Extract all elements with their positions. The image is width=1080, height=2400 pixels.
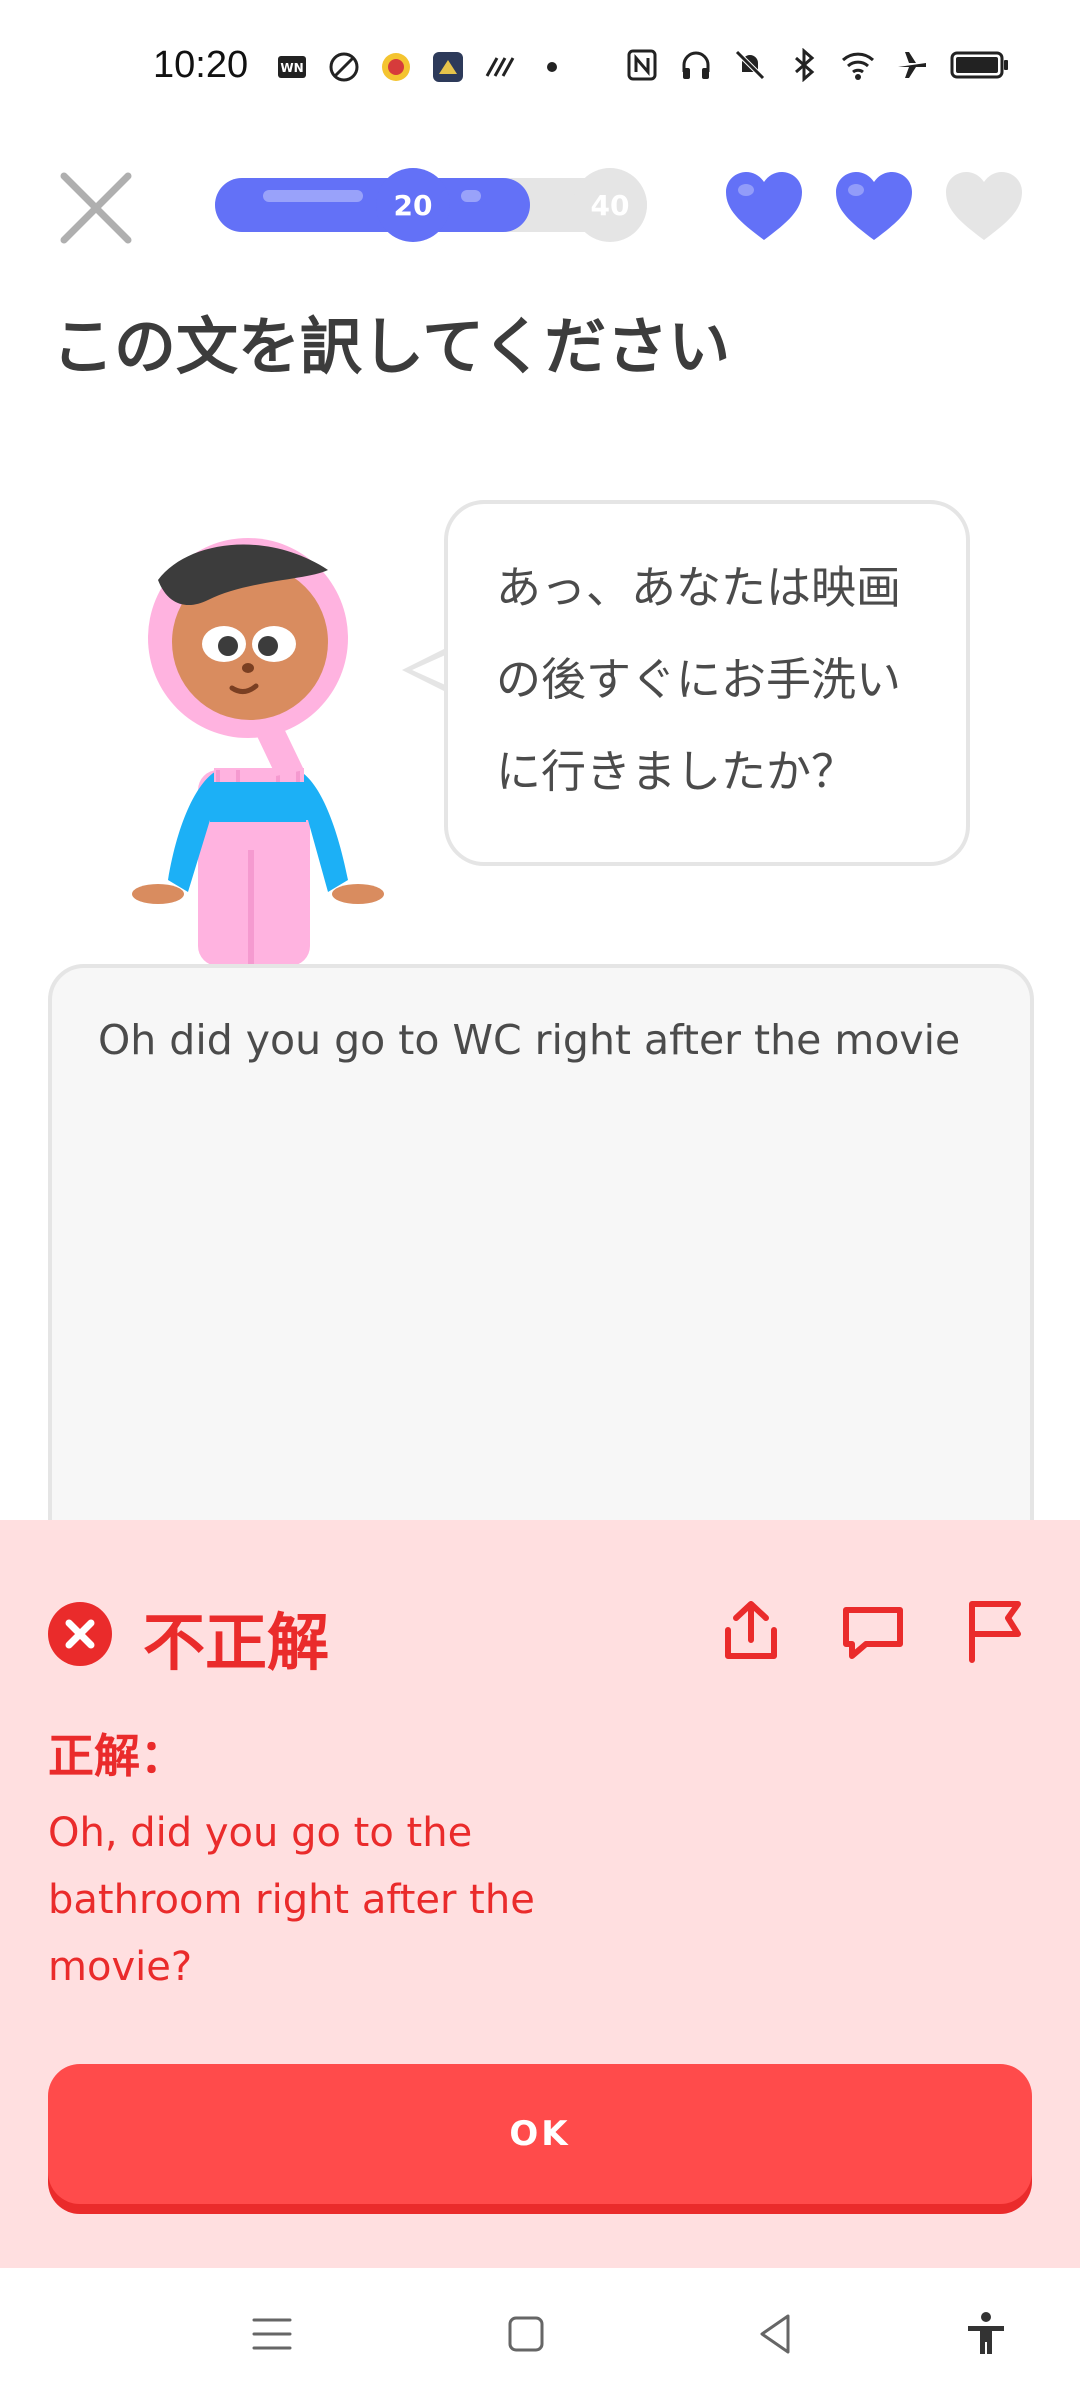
prompt-sentence-line[interactable]: あっ、あなたは映画	[496, 542, 926, 634]
progress-fill	[215, 178, 531, 232]
correct-answer-line: bathroom right after the	[48, 1877, 535, 1923]
nfc-icon	[627, 49, 657, 81]
answer-text: Oh did you go to WC right after the movi…	[98, 1016, 961, 1064]
wifi-icon	[841, 52, 875, 80]
milestone-40: 40	[573, 168, 647, 242]
app-notification-icon	[485, 57, 515, 77]
menu-icon[interactable]	[246, 2308, 298, 2360]
headphones-icon	[682, 51, 710, 79]
bubble-tail	[402, 646, 450, 694]
svg-text:WN: WN	[280, 61, 303, 75]
heart-icon	[836, 172, 912, 240]
back-triangle-icon[interactable]	[750, 2308, 802, 2360]
bluetooth-icon	[795, 48, 815, 82]
app-notification-icon: WN	[278, 56, 306, 78]
correct-answer-label: 正解：	[48, 1729, 186, 1783]
progress-shine	[461, 190, 481, 202]
speech-bubble[interactable]: あっ、あなたは映画 の後すぐにお手洗い に行きましたか？	[444, 500, 970, 866]
system-icons	[625, 48, 1011, 82]
heart-empty-icon	[946, 172, 1022, 240]
home-square-icon[interactable]	[500, 2308, 552, 2360]
feedback-title: 不正解	[143, 1606, 330, 1679]
accessibility-icon[interactable]	[960, 2308, 1012, 2360]
feedback-panel: 不正解 正解： Oh, did you go to the bathroom r…	[0, 1520, 1080, 2268]
feedback-actions	[716, 1596, 1030, 1666]
screen: 10:20 WN 20 40 この文を訳してください あっ、あなたは映画 の後す…	[0, 0, 1080, 2400]
hearts	[722, 168, 1026, 244]
ok-button[interactable]: OK	[48, 2064, 1032, 2204]
system-nav-bar	[0, 2268, 1080, 2400]
report-flag-icon[interactable]	[960, 1596, 1030, 1666]
prompt-sentence-line[interactable]: に行きましたか？	[496, 726, 926, 818]
incorrect-icon	[48, 1602, 112, 1666]
status-bar: 10:20 WN	[0, 0, 1080, 130]
status-time: 10:20	[153, 44, 249, 86]
app-notification-icon	[433, 52, 463, 82]
answer-input[interactable]: Oh did you go to WC right after the movi…	[48, 964, 1034, 1584]
close-icon[interactable]	[58, 170, 134, 246]
page-title: この文を訳してください	[52, 310, 731, 383]
mute-icon	[735, 50, 765, 80]
heart-icon	[726, 172, 802, 240]
milestone-20: 20	[376, 168, 450, 242]
app-notification-icon	[329, 52, 359, 82]
prompt-sentence-line[interactable]: の後すぐにお手洗い	[496, 634, 926, 726]
correct-answer-line: movie?	[48, 1944, 193, 1990]
airplane-icon	[898, 52, 926, 78]
progress-shine	[263, 190, 363, 202]
notification-icons: WN	[275, 50, 569, 84]
correct-answer-line: Oh, did you go to the	[48, 1810, 473, 1856]
correct-answer: Oh, did you go to the bathroom right aft…	[48, 1800, 608, 2001]
app-notification-icon	[382, 53, 410, 81]
share-icon[interactable]	[716, 1596, 786, 1666]
character-illustration	[132, 538, 384, 966]
comment-icon[interactable]	[838, 1596, 908, 1666]
lesson-progress-bar: 20 40	[215, 168, 647, 242]
dot-icon	[547, 62, 557, 72]
battery-icon	[950, 51, 1008, 79]
